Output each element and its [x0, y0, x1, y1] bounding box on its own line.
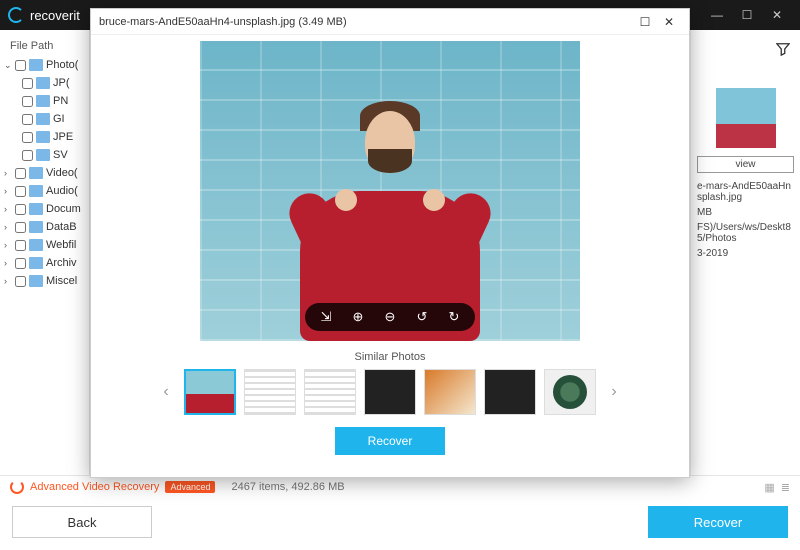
tree-checkbox[interactable]	[22, 150, 33, 161]
thumbnail-item[interactable]	[424, 369, 476, 415]
caret-icon[interactable]: ›	[4, 168, 12, 178]
zoom-out-icon[interactable]: ⊖	[381, 308, 399, 326]
preview-maximize-button[interactable]: ☐	[633, 12, 657, 32]
tree-checkbox[interactable]	[15, 222, 26, 233]
preview-filename: bruce-mars-AndE50aaHn4-unsplash.jpg	[99, 16, 295, 28]
sidebar-header: File Path	[10, 40, 53, 52]
folder-icon	[36, 77, 50, 89]
rotate-cw-icon[interactable]: ↻	[445, 308, 463, 326]
view-button[interactable]: view	[697, 156, 794, 173]
preview-titlebar: bruce-mars-AndE50aaHn4-unsplash.jpg (3.4…	[91, 9, 689, 35]
detail-path: FS)/Users/ws/Deskt85/Photos	[697, 222, 794, 244]
thumbnail-item[interactable]	[544, 369, 596, 415]
tree-checkbox[interactable]	[15, 186, 26, 197]
advanced-badge: Advanced	[165, 481, 215, 493]
detail-thumbnail	[716, 88, 776, 148]
tree-item-documents[interactable]: ›Docum	[0, 200, 89, 218]
preview-filesize: (3.49 MB)	[298, 16, 346, 28]
app-name: recoverit	[30, 8, 80, 23]
tree-checkbox[interactable]	[22, 96, 33, 107]
tree-checkbox[interactable]	[15, 60, 26, 71]
tree-checkbox[interactable]	[15, 258, 26, 269]
tree-item-photo[interactable]: ⌄ Photo(	[0, 56, 89, 74]
folder-icon	[36, 113, 50, 125]
tree-item-video[interactable]: ›Video(	[0, 164, 89, 182]
caret-icon[interactable]: ›	[4, 276, 12, 286]
thumbnail-item[interactable]	[364, 369, 416, 415]
caret-icon[interactable]: ›	[4, 240, 12, 250]
detail-filename: e-mars-AndE50aaHnsplash.jpg	[697, 181, 794, 203]
caret-icon[interactable]: ›	[4, 204, 12, 214]
prev-arrow-icon[interactable]: ‹	[156, 377, 176, 407]
caret-icon[interactable]: ⌄	[4, 60, 12, 71]
tree-checkbox[interactable]	[22, 132, 33, 143]
fit-screen-icon[interactable]: ⇲	[317, 308, 335, 326]
image-toolbar: ⇲ ⊕ ⊖ ↺ ↻	[305, 303, 475, 331]
detail-size: MB	[697, 207, 794, 218]
close-button[interactable]: ✕	[762, 0, 792, 30]
similar-photos-label: Similar Photos	[355, 351, 426, 363]
tree-item-audio[interactable]: ›Audio(	[0, 182, 89, 200]
logo-icon	[8, 7, 24, 23]
tree-item[interactable]: SV	[0, 146, 89, 164]
tree-checkbox[interactable]	[15, 168, 26, 179]
folder-icon	[29, 275, 43, 287]
app-logo: recoverit	[8, 7, 80, 23]
maximize-button[interactable]: ☐	[732, 0, 762, 30]
tree-item[interactable]: PN	[0, 92, 89, 110]
folder-icon	[29, 257, 43, 269]
thumbnail-item[interactable]	[244, 369, 296, 415]
folder-icon	[29, 59, 43, 71]
folder-icon	[29, 167, 43, 179]
tree-checkbox[interactable]	[15, 276, 26, 287]
tree-item-database[interactable]: ›DataB	[0, 218, 89, 236]
tree-checkbox[interactable]	[15, 204, 26, 215]
folder-icon	[36, 131, 50, 143]
caret-icon[interactable]: ›	[4, 186, 12, 196]
recover-button[interactable]: Recover	[648, 506, 788, 538]
tree-item[interactable]: JP(	[0, 74, 89, 92]
folder-icon	[29, 185, 43, 197]
thumbnail-item[interactable]	[184, 369, 236, 415]
tree-item-misc[interactable]: ›Miscel	[0, 272, 89, 290]
rotate-ccw-icon[interactable]: ↺	[413, 308, 431, 326]
file-tree-sidebar: File Path ⌄ Photo( JP( PN GI JPE SV ›Vid…	[0, 30, 90, 475]
caret-icon[interactable]: ›	[4, 258, 12, 268]
thumbnail-item[interactable]	[304, 369, 356, 415]
details-panel: view e-mars-AndE50aaHnsplash.jpg MB FS)/…	[690, 30, 800, 475]
preview-image: ⇲ ⊕ ⊖ ↺ ↻	[200, 41, 580, 341]
tree-item[interactable]: GI	[0, 110, 89, 128]
next-arrow-icon[interactable]: ›	[604, 377, 624, 407]
minimize-button[interactable]: —	[702, 0, 732, 30]
list-view-icon[interactable]: ≣	[781, 481, 790, 494]
similar-thumbnails: ‹ ›	[156, 369, 624, 415]
preview-close-button[interactable]: ✕	[657, 12, 681, 32]
filter-icon[interactable]	[776, 42, 790, 56]
footer: Advanced Video Recovery Advanced 2467 it…	[0, 475, 800, 550]
folder-icon	[29, 239, 43, 251]
folder-icon	[36, 149, 50, 161]
grid-view-icon[interactable]: ▦	[764, 481, 774, 494]
folder-icon	[36, 95, 50, 107]
tree-item[interactable]: JPE	[0, 128, 89, 146]
back-button[interactable]: Back	[12, 506, 152, 538]
tree-item-archives[interactable]: ›Archiv	[0, 254, 89, 272]
advanced-recovery-link[interactable]: Advanced Video Recovery	[30, 481, 159, 493]
tree-item-webfiles[interactable]: ›Webfil	[0, 236, 89, 254]
zoom-in-icon[interactable]: ⊕	[349, 308, 367, 326]
preview-dialog: bruce-mars-AndE50aaHn4-unsplash.jpg (3.4…	[90, 8, 690, 478]
scan-summary: 2467 items, 492.86 MB	[231, 481, 344, 493]
detail-date: 3-2019	[697, 248, 794, 259]
tree-checkbox[interactable]	[15, 240, 26, 251]
folder-icon	[29, 203, 43, 215]
caret-icon[interactable]: ›	[4, 222, 12, 232]
preview-recover-button[interactable]: Recover	[335, 427, 445, 455]
tree-checkbox[interactable]	[22, 114, 33, 125]
tree-checkbox[interactable]	[22, 78, 33, 89]
reload-icon	[10, 480, 24, 494]
folder-icon	[29, 221, 43, 233]
thumbnail-item[interactable]	[484, 369, 536, 415]
